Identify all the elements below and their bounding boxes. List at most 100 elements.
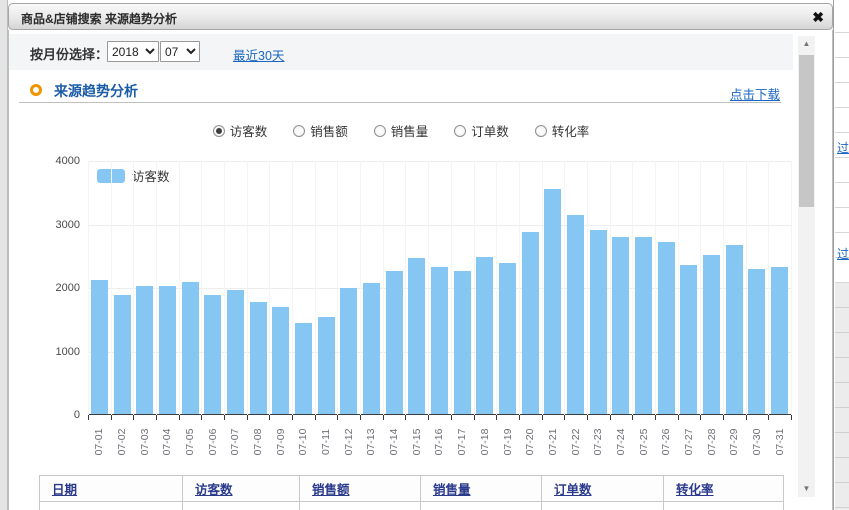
bar-07-07[interactable] [227, 290, 244, 414]
table-header-label[interactable]: 转化率 [676, 483, 714, 497]
table-header-label[interactable]: 销售量 [433, 483, 471, 497]
radio-button-icon[interactable] [374, 125, 386, 137]
x-tick-label-slot: 07-27 [678, 419, 701, 465]
x-tick-label: 07-11 [320, 429, 332, 455]
bar-07-05[interactable] [182, 282, 199, 414]
table-header-转化率[interactable]: 转化率 [664, 476, 784, 502]
v-gridline [474, 161, 475, 415]
radio-button-icon[interactable] [454, 125, 466, 137]
x-tick-label-slot: 07-04 [156, 419, 179, 465]
last-30-days-link[interactable]: 最近30天 [233, 45, 284, 64]
table-header-label[interactable]: 日期 [52, 483, 77, 497]
bar-07-10[interactable] [295, 323, 312, 414]
dialog-titlebar[interactable]: 商品&店铺搜索 来源趋势分析 ✖ [8, 3, 833, 30]
bar-07-12[interactable] [340, 288, 357, 414]
v-gridline [564, 161, 565, 415]
year-select[interactable]: 2018 [107, 41, 159, 62]
bar-07-16[interactable] [431, 267, 448, 414]
bar-07-03[interactable] [136, 286, 153, 414]
month-select[interactable]: 07 [160, 41, 200, 62]
bar-07-20[interactable] [522, 232, 539, 414]
scroll-up-arrow-icon[interactable]: ▲ [798, 36, 815, 52]
bar-07-30[interactable] [748, 269, 765, 414]
x-tick-label-slot: 07-06 [201, 419, 224, 465]
bar-07-18[interactable] [476, 257, 493, 414]
bar-07-21[interactable] [544, 189, 561, 414]
v-gridline [723, 161, 724, 415]
table-header-label[interactable]: 销售额 [312, 483, 350, 497]
metric-radio-访客数[interactable]: 访客数 [213, 122, 268, 139]
bar-07-04[interactable] [159, 286, 176, 414]
x-tick-label: 07-07 [229, 429, 241, 456]
radio-button-icon[interactable] [535, 125, 547, 137]
table-header-销售量[interactable]: 销售量 [421, 476, 542, 502]
bar-07-28[interactable] [703, 255, 720, 414]
x-tick-label-slot: 07-23 [587, 419, 610, 465]
v-gridline [405, 161, 406, 415]
table-header-日期[interactable]: 日期 [40, 476, 183, 502]
bar-07-26[interactable] [658, 242, 675, 414]
scrollbar-thumb[interactable] [799, 55, 814, 207]
v-gridline [201, 161, 202, 415]
x-tick-label: 07-03 [139, 429, 151, 456]
bar-07-25[interactable] [635, 237, 652, 414]
table-header-label[interactable]: 订单数 [554, 483, 592, 497]
bar-07-19[interactable] [499, 263, 516, 414]
close-icon[interactable]: ✖ [812, 8, 824, 26]
metric-radio-销售量[interactable]: 销售量 [374, 122, 429, 139]
x-tick-label: 07-24 [615, 429, 627, 456]
bar-07-06[interactable] [204, 295, 221, 414]
bar-07-01[interactable] [91, 280, 108, 414]
background-link-fragment: 过 [837, 139, 849, 156]
bar-07-13[interactable] [363, 283, 380, 414]
metric-radio-销售额[interactable]: 销售额 [293, 122, 348, 139]
x-tick-label-slot: 07-11 [315, 419, 338, 465]
table-header-label[interactable]: 访客数 [195, 483, 233, 497]
metric-radio-订单数[interactable]: 订单数 [454, 122, 509, 139]
table-header-销售额[interactable]: 销售额 [300, 476, 421, 502]
bar-07-08[interactable] [250, 302, 267, 414]
bar-07-11[interactable] [318, 317, 335, 414]
metric-radio-转化率[interactable]: 转化率 [535, 122, 590, 139]
v-gridline [179, 161, 180, 415]
scroll-down-arrow-icon[interactable]: ▼ [798, 481, 815, 497]
bar-07-24[interactable] [612, 237, 629, 414]
x-tick-label-slot: 07-28 [700, 419, 723, 465]
x-tick-label: 07-15 [411, 429, 423, 456]
bar-07-27[interactable] [680, 265, 697, 414]
bar-07-22[interactable] [567, 215, 584, 414]
bar-07-31[interactable] [771, 267, 788, 414]
v-gridline [496, 161, 497, 415]
radio-button-icon[interactable] [293, 125, 305, 137]
x-tick-label-slot: 07-18 [474, 419, 497, 465]
bar-07-09[interactable] [272, 307, 289, 414]
v-gridline [610, 161, 611, 415]
x-tick-label-slot: 07-01 [88, 419, 111, 465]
radio-button-icon[interactable] [213, 125, 225, 137]
section-bullet-icon [30, 84, 42, 96]
bar-07-29[interactable] [726, 245, 743, 414]
download-link[interactable]: 点击下载 [730, 84, 780, 103]
bar-07-23[interactable] [590, 230, 607, 414]
x-axis-labels: 07-0107-0207-0307-0407-0507-0607-0707-08… [88, 419, 791, 465]
bar-07-15[interactable] [408, 258, 425, 414]
radio-label: 销售量 [391, 121, 429, 140]
table-header-订单数[interactable]: 订单数 [542, 476, 664, 502]
table-header-访客数[interactable]: 访客数 [183, 476, 300, 502]
x-tick-label: 07-01 [93, 429, 105, 456]
v-gridline [269, 161, 270, 415]
y-tick-label: 4000 [56, 155, 80, 167]
bar-07-17[interactable] [454, 271, 471, 414]
dialog-scrollbar[interactable]: ▲ ▼ [798, 36, 815, 497]
bar-07-02[interactable] [114, 295, 131, 414]
x-tick-label-slot: 07-22 [564, 419, 587, 465]
bar-07-14[interactable] [386, 271, 403, 414]
x-tick-label-slot: 07-30 [746, 419, 769, 465]
x-tick-label-slot: 07-29 [723, 419, 746, 465]
x-tick-label-slot: 07-09 [269, 419, 292, 465]
x-tick-label-slot: 07-15 [405, 419, 428, 465]
x-tick-label: 07-13 [365, 429, 377, 456]
x-tick-label: 07-20 [524, 429, 536, 456]
v-gridline [746, 161, 747, 415]
x-tick-label-slot: 07-21 [542, 419, 565, 465]
